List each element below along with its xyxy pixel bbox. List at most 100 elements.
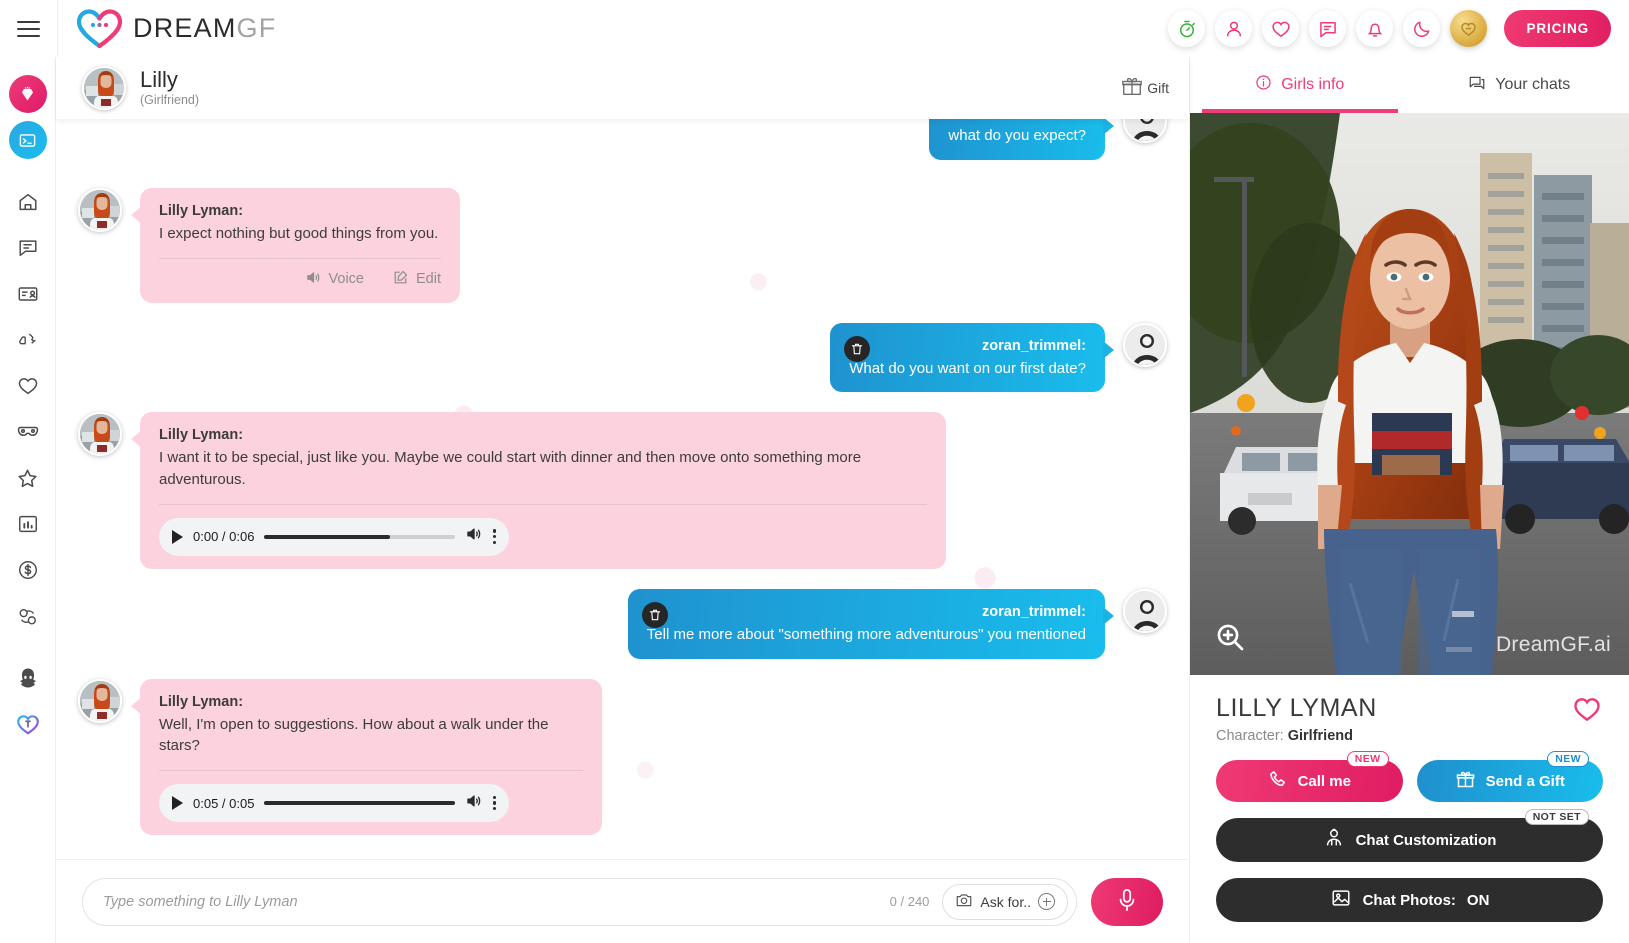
- character-type: Character: Girlfriend: [1216, 728, 1377, 744]
- badge-new: NEW: [1547, 751, 1589, 767]
- kebab-icon[interactable]: [492, 795, 496, 811]
- moon-icon[interactable]: [1403, 10, 1441, 47]
- sidebar-item-chat[interactable]: [5, 225, 51, 271]
- audio-player[interactable]: 0:00 / 0:06: [159, 517, 509, 556]
- sidebar-item-favorites[interactable]: [5, 363, 51, 409]
- message-sender: Lilly Lyman:: [159, 427, 244, 444]
- avatar[interactable]: [78, 678, 122, 723]
- right-panel-tabs: Girls info Your chats: [1190, 57, 1629, 113]
- kebab-icon[interactable]: [492, 529, 496, 545]
- chat-icon: [1468, 74, 1486, 97]
- gift-button-label: Gift: [1147, 80, 1169, 96]
- audio-time: 0:05 / 0:05: [193, 795, 255, 811]
- sidebar-item-starred[interactable]: [5, 455, 51, 501]
- chat-customization-button[interactable]: Chat Customization NOT SET: [1216, 809, 1603, 862]
- message-text: I want it to be special, just like you. …: [159, 449, 862, 488]
- sidebar-item-trans[interactable]: [5, 701, 51, 747]
- message-input[interactable]: [103, 893, 890, 910]
- sidebar-item-rate[interactable]: [5, 317, 51, 363]
- chat-header: Lilly (Girlfriend) Gift: [56, 57, 1189, 119]
- ask-for-button[interactable]: Ask for..: [942, 883, 1068, 920]
- ask-for-label: Ask for..: [980, 893, 1031, 910]
- tab-your-chats[interactable]: Your chats: [1410, 57, 1629, 113]
- character-name: LILLY LYMAN: [1216, 694, 1377, 722]
- sidebar-item-anime[interactable]: [5, 655, 51, 701]
- avatar[interactable]: [1123, 588, 1167, 633]
- avatar[interactable]: [78, 412, 122, 457]
- zoom-in-icon[interactable]: [1214, 621, 1246, 653]
- phone-icon: [1268, 769, 1288, 793]
- gift-button[interactable]: Gift: [1121, 76, 1169, 101]
- favorite-heart-icon[interactable]: [1571, 694, 1603, 729]
- sidebar-item-premium[interactable]: [5, 71, 51, 117]
- volume-icon[interactable]: [465, 525, 483, 548]
- message-text: What do you want on our first date?: [849, 359, 1086, 377]
- message-text: I expect nothing but good things from yo…: [159, 224, 439, 242]
- call-me-button[interactable]: Call me NEW: [1216, 751, 1403, 802]
- voice-action-button[interactable]: Voice: [305, 269, 364, 290]
- character-hero-image[interactable]: DreamGF.ai: [1190, 113, 1629, 675]
- audio-progress-bar[interactable]: [264, 534, 455, 539]
- edit-action-label: Edit: [416, 271, 441, 287]
- delete-message-button[interactable]: [844, 335, 871, 362]
- message-row: Lilly Lyman: I expect nothing but good t…: [78, 187, 1167, 303]
- avatar[interactable]: [1123, 322, 1167, 367]
- message-actions: Voice Edit: [159, 259, 441, 290]
- hamburger-icon[interactable]: [0, 0, 57, 57]
- microphone-button[interactable]: [1091, 877, 1163, 926]
- chat-scroll-area[interactable]: what do you expect? Lilly Lyman: I expec…: [56, 119, 1189, 859]
- character-name-block: LILLY LYMAN Character: Girlfriend: [1216, 694, 1377, 744]
- person-settings-icon: [1323, 827, 1345, 853]
- plus-circle-icon[interactable]: [1038, 893, 1055, 910]
- composer: 0 / 240 Ask for..: [56, 859, 1189, 943]
- message-text: what do you expect?: [948, 127, 1086, 144]
- pricing-button[interactable]: PRICING: [1504, 10, 1611, 47]
- sidebar-item-home[interactable]: [5, 179, 51, 225]
- audio-player[interactable]: 0:05 / 0:05: [159, 784, 509, 822]
- play-icon[interactable]: [172, 529, 183, 544]
- bell-icon[interactable]: [1356, 10, 1394, 47]
- right-panel: Girls info Your chats DreamGF.ai LILLY L…: [1189, 57, 1629, 943]
- character-value: Girlfriend: [1287, 728, 1353, 744]
- sidebar-item-referrals[interactable]: [5, 593, 51, 639]
- left-rail: [0, 57, 56, 943]
- message-input-wrapper[interactable]: 0 / 240 Ask for..: [82, 877, 1077, 926]
- send-gift-button[interactable]: Send a Gift NEW: [1416, 751, 1603, 802]
- top-bar: DREAMGF PRICING: [0, 0, 1629, 57]
- audio-progress-bar[interactable]: [264, 801, 455, 805]
- volume-icon[interactable]: [465, 792, 483, 815]
- heart-icon[interactable]: [1262, 10, 1300, 47]
- diamond-icon: [8, 75, 47, 113]
- chat-header-subtitle: (Girlfriend): [140, 93, 200, 108]
- chat-photos-value: ON: [1466, 891, 1490, 909]
- microphone-icon: [1116, 887, 1138, 916]
- top-actions: PRICING: [1168, 10, 1629, 47]
- gift-icon: [1121, 76, 1143, 101]
- character-name-row: LILLY LYMAN Character: Girlfriend: [1216, 694, 1603, 744]
- chat-icon[interactable]: [1309, 10, 1347, 47]
- chat-bubble-incoming: Lilly Lyman: Well, I'm open to suggestio…: [131, 678, 602, 835]
- brand-logo-link[interactable]: DREAMGF: [58, 8, 277, 49]
- sidebar-item-console[interactable]: [5, 117, 51, 163]
- chat-photos-button[interactable]: Chat Photos: ON: [1216, 878, 1603, 922]
- sidebar-item-stats[interactable]: [5, 501, 51, 547]
- delete-message-button[interactable]: [641, 601, 668, 628]
- message-text: Tell me more about "something more adven…: [646, 625, 1086, 643]
- avatar[interactable]: [1123, 119, 1167, 143]
- play-icon[interactable]: [172, 796, 183, 810]
- dreamgf-heart-icon: [76, 8, 123, 49]
- timer-icon[interactable]: [1168, 10, 1206, 47]
- edit-action-button[interactable]: Edit: [392, 269, 441, 290]
- user-icon[interactable]: [1215, 10, 1253, 47]
- sidebar-item-roleplay[interactable]: [5, 409, 51, 455]
- coin-icon[interactable]: [1450, 10, 1488, 47]
- avatar[interactable]: [78, 187, 122, 232]
- camera-icon: [955, 891, 973, 912]
- brand-secondary: GF: [236, 13, 277, 43]
- sidebar-item-earn[interactable]: [5, 547, 51, 593]
- tab-girls-info[interactable]: Girls info: [1190, 57, 1410, 113]
- call-me-label: Call me: [1297, 772, 1351, 790]
- sidebar-item-card[interactable]: [5, 271, 51, 317]
- avatar[interactable]: [82, 66, 126, 110]
- terminal-icon: [8, 121, 47, 159]
